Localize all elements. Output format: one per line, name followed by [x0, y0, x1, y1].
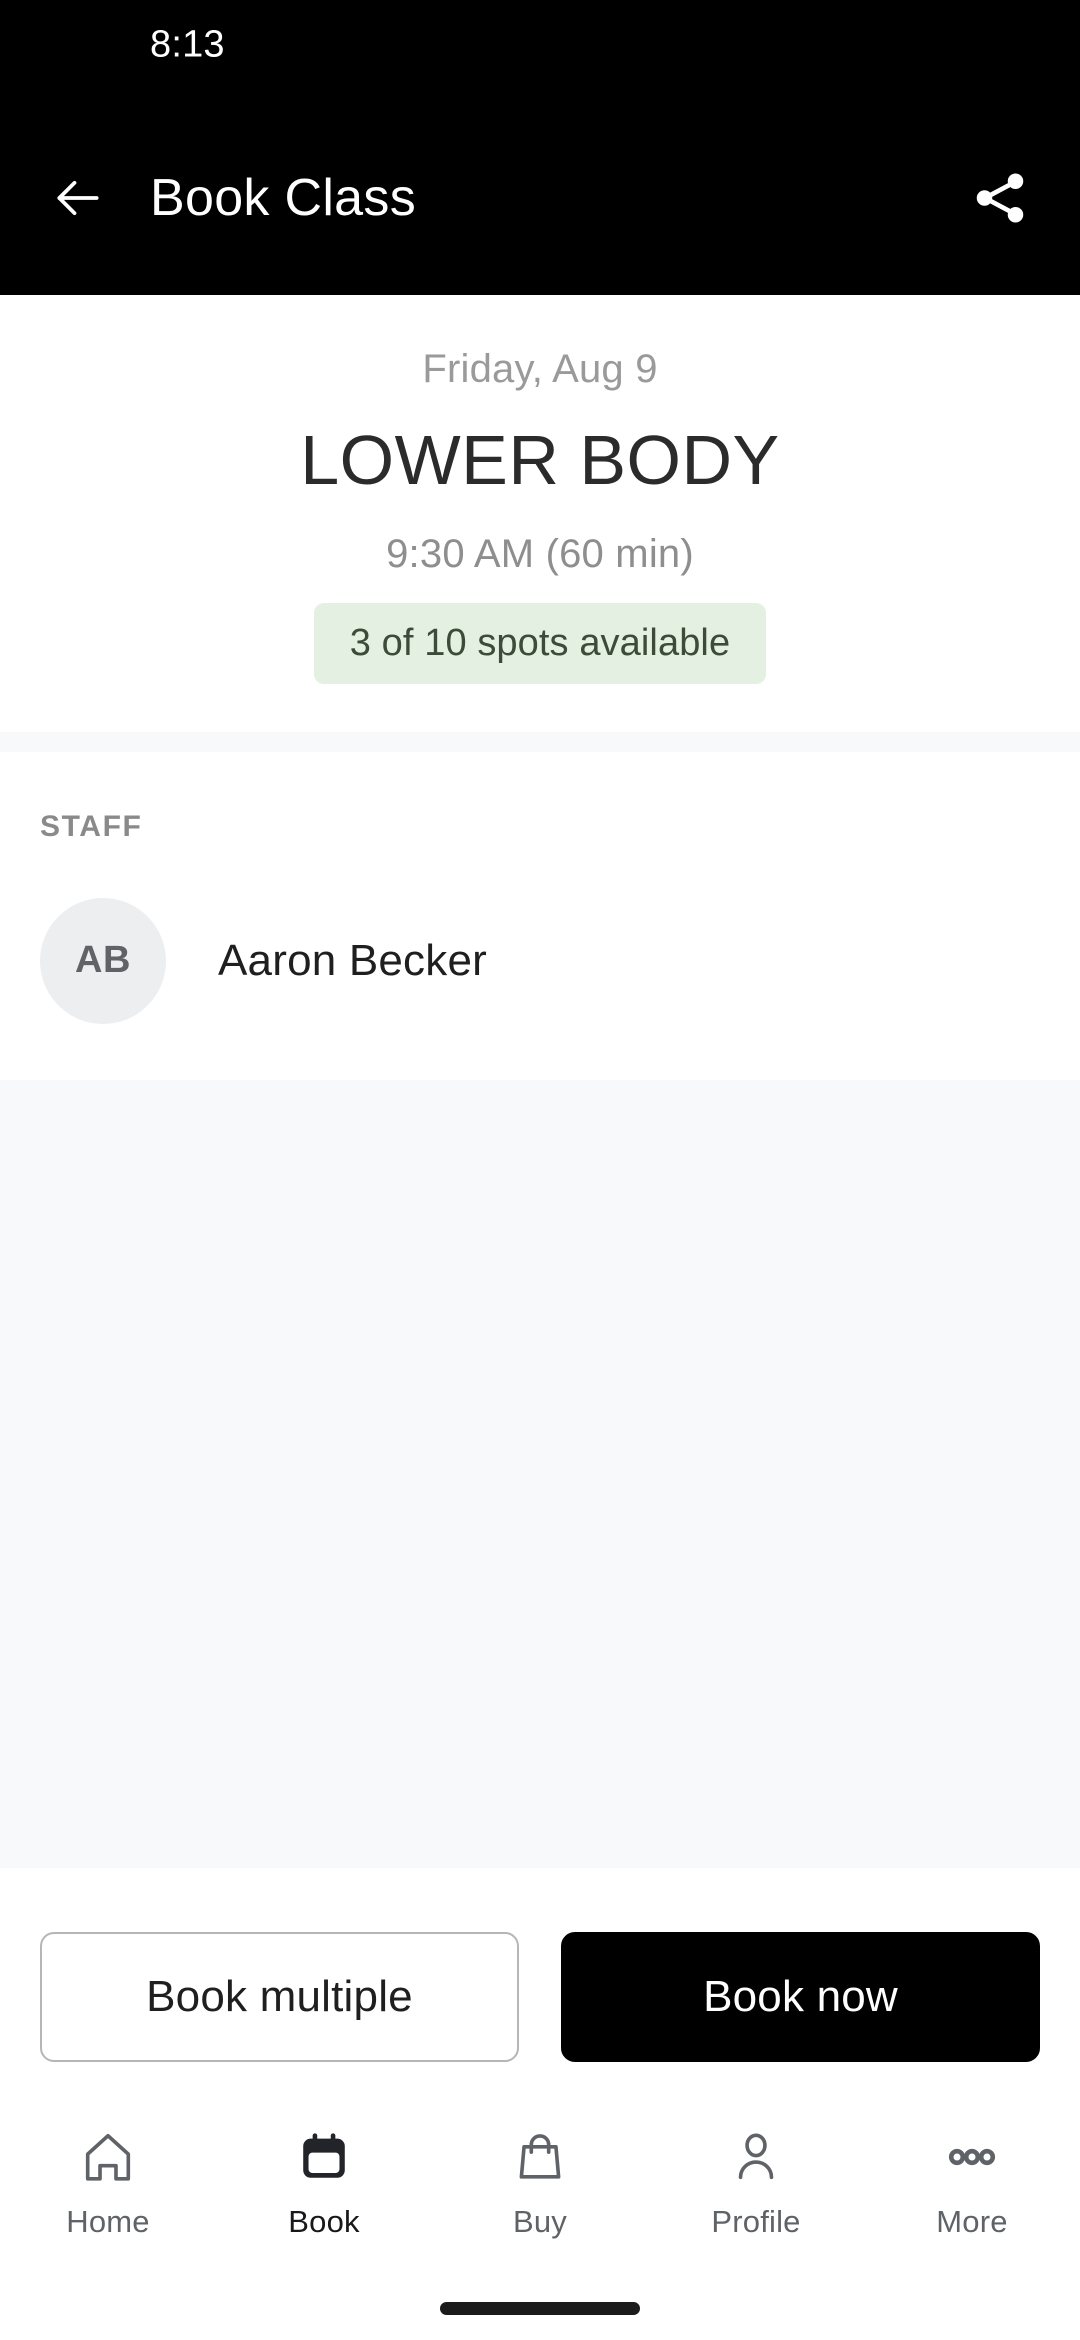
content-scroll-area[interactable]: Friday, Aug 9 LOWER BODY 9:30 AM (60 min… [0, 295, 1080, 1868]
home-icon [79, 2124, 137, 2190]
nav-label-profile: Profile [711, 2204, 801, 2239]
footer-action-bar: Book multiple Book now [0, 1868, 1080, 2106]
shopping-bag-icon [511, 2124, 569, 2190]
class-name: LOWER BODY [300, 421, 780, 499]
class-date: Friday, Aug 9 [422, 347, 658, 391]
spots-availability-badge: 3 of 10 spots available [313, 602, 767, 684]
back-button[interactable] [46, 166, 110, 230]
book-multiple-button[interactable]: Book multiple [40, 1932, 519, 2062]
staff-list-item[interactable]: AB Aaron Becker [40, 897, 1040, 1024]
staff-section: STAFF AB Aaron Becker [0, 751, 1080, 1080]
nav-item-buy[interactable]: Buy [432, 2124, 648, 2240]
more-dots-icon [943, 2124, 1001, 2190]
calendar-icon [295, 2124, 353, 2190]
staff-section-label: STAFF [40, 809, 143, 843]
share-icon [976, 172, 1024, 223]
class-info-card: Friday, Aug 9 LOWER BODY 9:30 AM (60 min… [0, 295, 1080, 732]
bottom-navigation-bar: Home Book Buy Profile More [0, 2106, 1080, 2276]
nav-item-home[interactable]: Home [0, 2124, 216, 2240]
class-time: 9:30 AM (60 min) [386, 531, 694, 576]
share-button[interactable] [964, 162, 1036, 234]
nav-item-more[interactable]: More [864, 2124, 1080, 2240]
nav-item-profile[interactable]: Profile [648, 2124, 864, 2240]
empty-content-area [0, 1079, 1080, 1868]
nav-item-book[interactable]: Book [216, 2124, 432, 2240]
nav-label-more: More [936, 2204, 1008, 2239]
app-bar: Book Class [0, 100, 1080, 295]
nav-label-buy: Buy [512, 2204, 568, 2239]
home-indicator[interactable] [440, 2301, 640, 2315]
nav-label-home: Home [66, 2204, 150, 2239]
status-bar-clock: 8:13 [150, 23, 225, 66]
avatar: AB [40, 897, 166, 1024]
section-divider [0, 731, 1080, 752]
book-now-button[interactable]: Book now [561, 1932, 1040, 2062]
page-title: Book Class [150, 168, 416, 227]
nav-label-book: Book [288, 2204, 360, 2239]
person-icon [727, 2124, 785, 2190]
arrow-left-icon [57, 180, 99, 215]
status-bar: 8:13 [0, 0, 1080, 100]
app-screen: 8:13 Book Class Friday, Aug 9 LOWER BODY… [0, 0, 1080, 2340]
home-indicator-area [0, 2276, 1080, 2340]
staff-name: Aaron Becker [218, 935, 487, 985]
